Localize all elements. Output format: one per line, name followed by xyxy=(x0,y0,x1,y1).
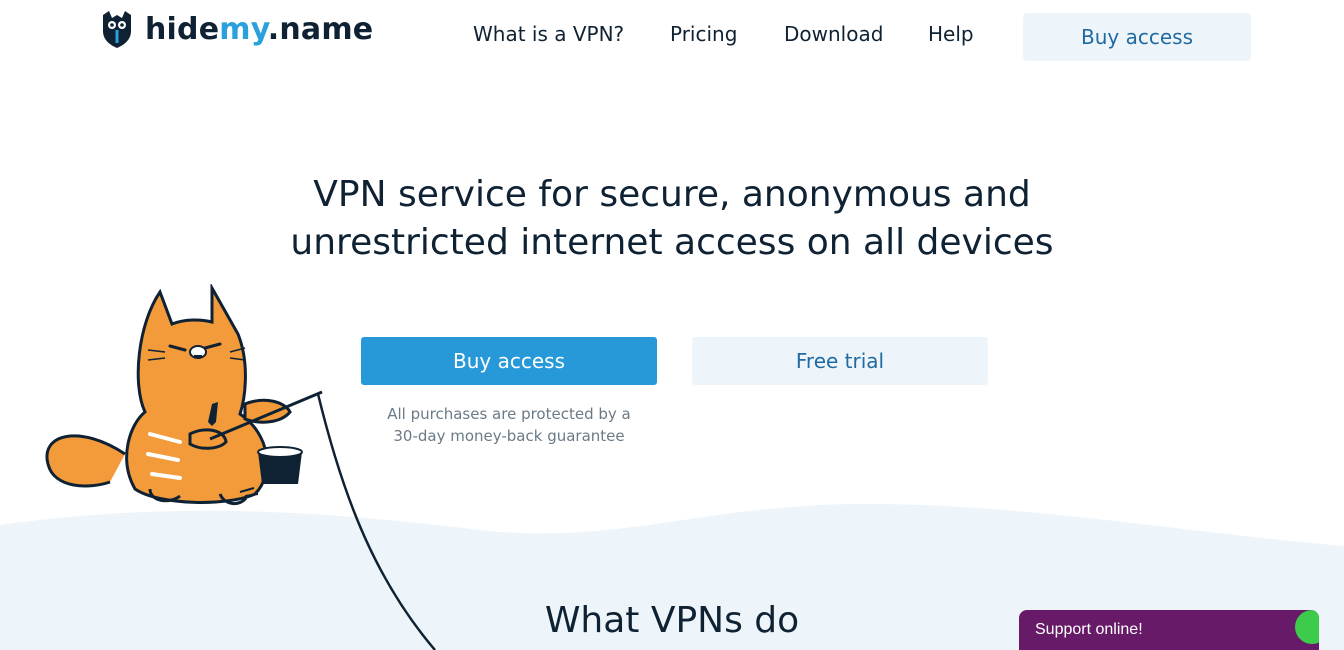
support-chat-widget[interactable]: Support online! xyxy=(1019,610,1319,650)
shield-owl-icon xyxy=(103,11,131,48)
header-buy-access-button[interactable]: Buy access xyxy=(1023,13,1251,61)
hero-title-line-2: unrestricted internet access on all devi… xyxy=(290,222,1054,263)
support-label: Support online! xyxy=(1035,621,1143,638)
logo-my: my xyxy=(219,11,268,47)
nav-download[interactable]: Download xyxy=(784,22,883,46)
logo-name: .name xyxy=(267,11,374,47)
nav-pricing[interactable]: Pricing xyxy=(670,22,737,46)
nav-help[interactable]: Help xyxy=(928,22,974,46)
free-trial-button[interactable]: Free trial xyxy=(692,337,988,385)
online-status-icon xyxy=(1295,610,1319,644)
fishing-cat-illustration xyxy=(45,284,436,650)
hero-title-line-1: VPN service for secure, anonymous and xyxy=(313,174,1031,215)
site-logo[interactable]: hidemy.name xyxy=(99,9,373,49)
hero-title: VPN service for secure, anonymous and un… xyxy=(0,171,1344,267)
logo-text: hidemy.name xyxy=(145,12,373,47)
nav-what-is-vpn[interactable]: What is a VPN? xyxy=(473,22,624,46)
logo-hide: hide xyxy=(145,11,220,47)
